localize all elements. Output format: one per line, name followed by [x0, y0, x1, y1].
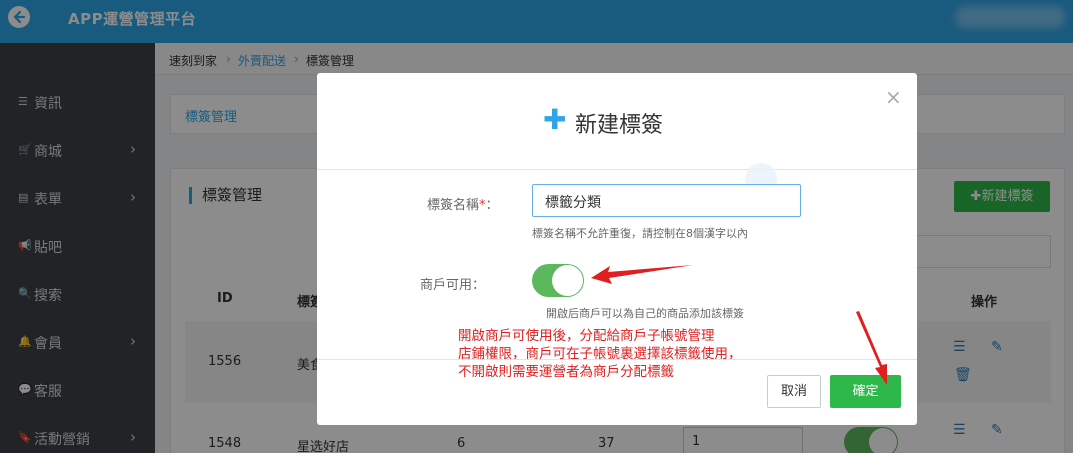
annotation-arrow-toggle [591, 265, 693, 284]
annotation-arrow-confirm [856, 311, 887, 385]
annotation-arrows [591, 265, 887, 385]
